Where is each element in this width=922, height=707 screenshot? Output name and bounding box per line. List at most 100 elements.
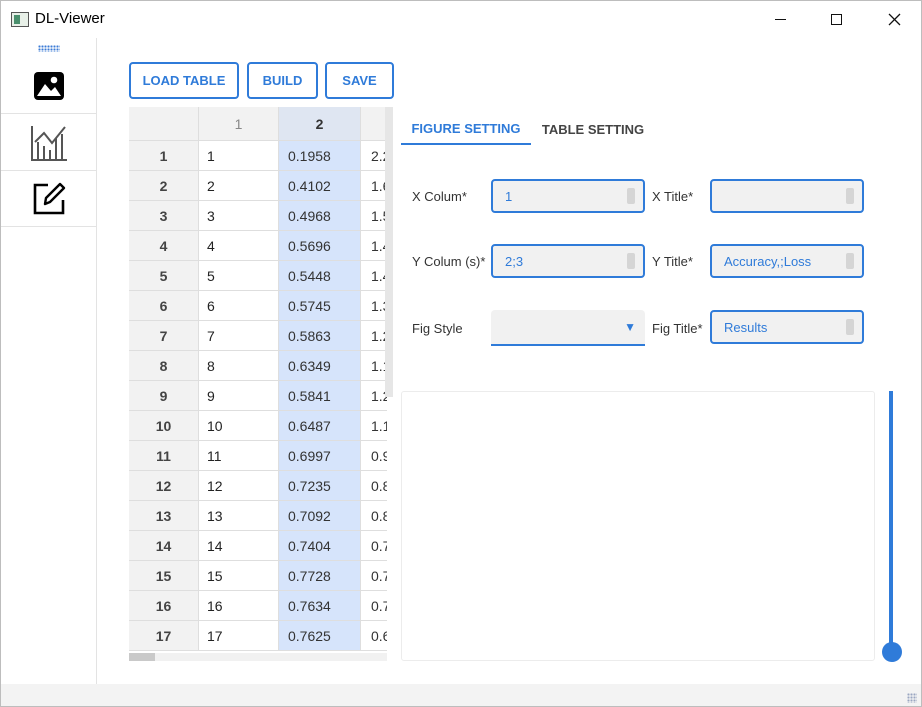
- slider-thumb[interactable]: [882, 642, 902, 662]
- row-header[interactable]: 3: [129, 201, 199, 231]
- table-cell[interactable]: 9: [199, 381, 279, 411]
- table-cell[interactable]: 14: [199, 531, 279, 561]
- table-cell[interactable]: 1: [199, 141, 279, 171]
- table-cell-selected[interactable]: 0.5696: [279, 231, 361, 261]
- table-cell[interactable]: 0.9: [361, 441, 387, 471]
- row-header[interactable]: 8: [129, 351, 199, 381]
- row-header[interactable]: 9: [129, 381, 199, 411]
- save-button[interactable]: SAVE: [325, 62, 394, 99]
- row-header[interactable]: 14: [129, 531, 199, 561]
- vertical-slider[interactable]: [889, 391, 893, 649]
- column-header[interactable]: 1: [199, 107, 279, 141]
- x-title-field[interactable]: [710, 179, 864, 213]
- row-header[interactable]: 4: [129, 231, 199, 261]
- table-cell[interactable]: 1.5: [361, 201, 387, 231]
- table-cell[interactable]: 10: [199, 411, 279, 441]
- row-header[interactable]: 13: [129, 501, 199, 531]
- row-header[interactable]: 6: [129, 291, 199, 321]
- row-header[interactable]: 10: [129, 411, 199, 441]
- table-cell-selected[interactable]: 0.7634: [279, 591, 361, 621]
- table-cell-selected[interactable]: 0.5841: [279, 381, 361, 411]
- table-cell-selected[interactable]: 0.7728: [279, 561, 361, 591]
- column-header-selected[interactable]: 2: [279, 107, 361, 141]
- load-table-button[interactable]: LOAD TABLE: [129, 62, 239, 99]
- table-cell[interactable]: 0.8: [361, 471, 387, 501]
- table-cell-selected[interactable]: 0.7404: [279, 531, 361, 561]
- table-cell-selected[interactable]: 0.6997: [279, 441, 361, 471]
- tab-table-setting[interactable]: TABLE SETTING: [531, 113, 655, 145]
- table-cell[interactable]: 3: [199, 201, 279, 231]
- table-cell[interactable]: 0.8: [361, 501, 387, 531]
- table-cell-selected[interactable]: 0.5745: [279, 291, 361, 321]
- table-cell[interactable]: 1.3: [361, 291, 387, 321]
- table-cell[interactable]: 8: [199, 351, 279, 381]
- row-header[interactable]: 7: [129, 321, 199, 351]
- table-cell[interactable]: 17: [199, 621, 279, 651]
- table-cell-selected[interactable]: 0.5448: [279, 261, 361, 291]
- table-cell[interactable]: 0.6: [361, 621, 387, 651]
- table-cell-selected[interactable]: 0.4968: [279, 201, 361, 231]
- table-cell[interactable]: 1.4: [361, 261, 387, 291]
- row-header[interactable]: 16: [129, 591, 199, 621]
- table-cell[interactable]: 1.6: [361, 171, 387, 201]
- sidebar-item-edit[interactable]: [1, 171, 97, 227]
- row-header[interactable]: 11: [129, 441, 199, 471]
- row-header[interactable]: 15: [129, 561, 199, 591]
- drag-handle-icon[interactable]: [38, 45, 60, 52]
- table-cell[interactable]: 0.7: [361, 591, 387, 621]
- close-button[interactable]: [871, 1, 917, 38]
- table-cell[interactable]: 1.2: [361, 321, 387, 351]
- table-cell-selected[interactable]: 0.5863: [279, 321, 361, 351]
- table-cell-selected[interactable]: 0.6349: [279, 351, 361, 381]
- table-cell[interactable]: 0.7: [361, 531, 387, 561]
- table-cell[interactable]: 1.1: [361, 411, 387, 441]
- table-cell[interactable]: 15: [199, 561, 279, 591]
- minimize-button[interactable]: [757, 1, 803, 38]
- table-cell[interactable]: 2: [199, 171, 279, 201]
- table-cell-selected[interactable]: 0.1958: [279, 141, 361, 171]
- table-cell[interactable]: 2.2: [361, 141, 387, 171]
- table-cell-selected[interactable]: 0.7235: [279, 471, 361, 501]
- table-cell[interactable]: 1.1: [361, 351, 387, 381]
- table-cell[interactable]: 4: [199, 231, 279, 261]
- table-cell[interactable]: 12: [199, 471, 279, 501]
- table-cell[interactable]: 1.2: [361, 381, 387, 411]
- table-cell-selected[interactable]: 0.7092: [279, 501, 361, 531]
- resize-grip-icon[interactable]: [907, 693, 917, 703]
- build-button[interactable]: BUILD: [247, 62, 318, 99]
- horizontal-scrollbar[interactable]: [129, 653, 387, 661]
- tab-figure-setting[interactable]: FIGURE SETTING: [401, 113, 531, 145]
- sidebar-item-chart[interactable]: [1, 115, 97, 171]
- maximize-button[interactable]: [813, 1, 859, 38]
- y-title-field[interactable]: Accuracy,;Loss: [710, 244, 864, 278]
- row-header[interactable]: 17: [129, 621, 199, 651]
- column-header[interactable]: [361, 107, 387, 141]
- table-cell[interactable]: 0.7: [361, 561, 387, 591]
- scrollbar-thumb[interactable]: [129, 653, 155, 661]
- fig-style-select[interactable]: ▼: [491, 310, 645, 346]
- figure-preview: [401, 391, 875, 661]
- table-cell-selected[interactable]: 0.6487: [279, 411, 361, 441]
- table-cell-selected[interactable]: 0.7625: [279, 621, 361, 651]
- table-cell[interactable]: 6: [199, 291, 279, 321]
- data-table[interactable]: 1 2 110.19582.2220.41021.6330.49681.5440…: [129, 107, 387, 660]
- table-cell[interactable]: 16: [199, 591, 279, 621]
- row-header[interactable]: 2: [129, 171, 199, 201]
- x-column-field[interactable]: 1: [491, 179, 645, 213]
- table-cell[interactable]: 11: [199, 441, 279, 471]
- table-cell[interactable]: 1.4: [361, 231, 387, 261]
- table-corner[interactable]: [129, 107, 199, 141]
- y-column-field[interactable]: 2;3: [491, 244, 645, 278]
- table-cell-selected[interactable]: 0.4102: [279, 171, 361, 201]
- splitter-handle[interactable]: [385, 107, 393, 397]
- table-cell[interactable]: 5: [199, 261, 279, 291]
- title-bar[interactable]: DL-Viewer: [1, 1, 921, 38]
- y-title-value: Accuracy,;Loss: [724, 253, 812, 269]
- sidebar-item-image[interactable]: [1, 58, 97, 114]
- row-header[interactable]: 12: [129, 471, 199, 501]
- row-header[interactable]: 5: [129, 261, 199, 291]
- fig-title-field[interactable]: Results: [710, 310, 864, 344]
- table-cell[interactable]: 13: [199, 501, 279, 531]
- table-cell[interactable]: 7: [199, 321, 279, 351]
- row-header[interactable]: 1: [129, 141, 199, 171]
